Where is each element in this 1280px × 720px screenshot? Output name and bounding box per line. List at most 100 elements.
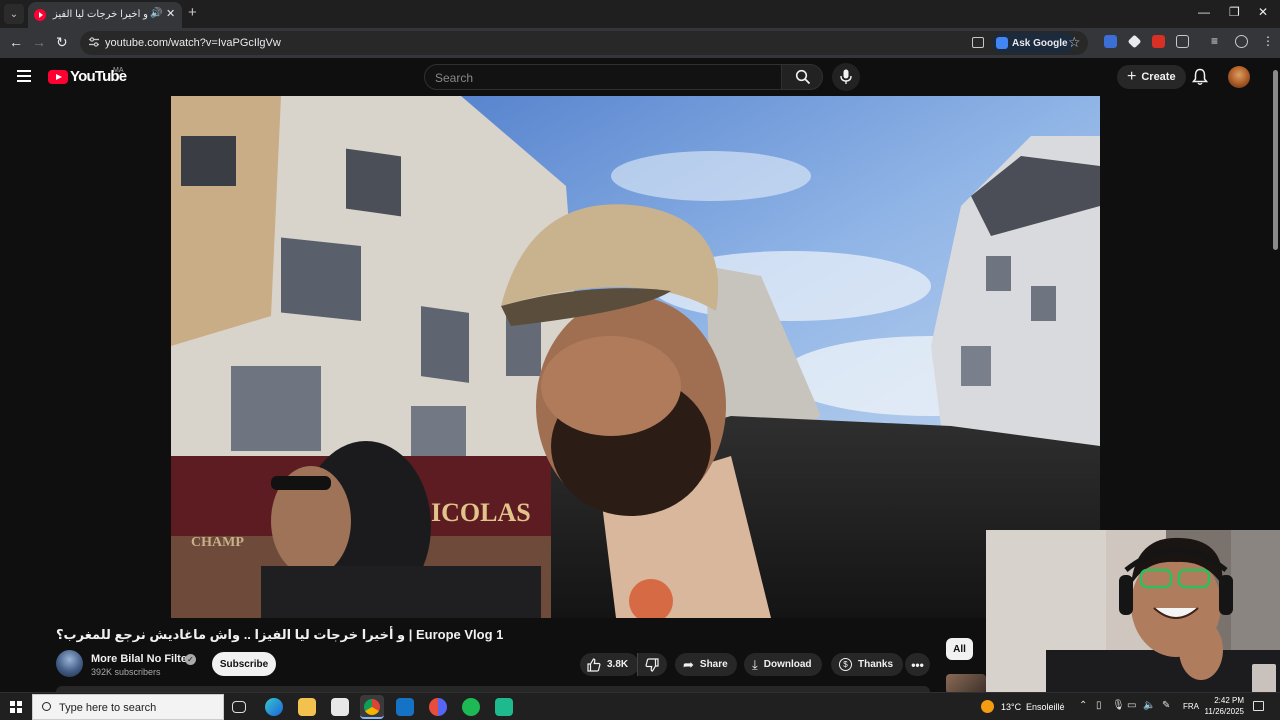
clock-time[interactable]: 2:42 PM: [1204, 696, 1244, 705]
profile-icon[interactable]: [1235, 35, 1248, 48]
site-info-icon[interactable]: [88, 36, 100, 48]
outlook-icon[interactable]: [396, 698, 414, 716]
microsoft-store-icon[interactable]: [331, 698, 349, 716]
like-button[interactable]: 3.8K: [580, 653, 639, 676]
taskbar-search-box[interactable]: Type here to search: [32, 694, 224, 720]
windows-start-icon[interactable]: [10, 701, 22, 713]
restore-icon[interactable]: ❐: [1229, 5, 1240, 19]
account-avatar[interactable]: [1228, 66, 1250, 88]
extension-diamond-icon[interactable]: [1127, 34, 1142, 49]
speaker-icon[interactable]: 🔊: [150, 8, 162, 19]
scrollbar-thumb[interactable]: [1273, 70, 1278, 250]
region-code: MA: [113, 67, 124, 74]
whatsapp-desktop-icon[interactable]: [495, 698, 513, 716]
subscriber-count: 392K subscribers: [91, 667, 161, 677]
webcam-frame: [986, 530, 1280, 696]
tray-mic-icon[interactable]: 🎙: [1112, 700, 1125, 711]
windows-taskbar: Type here to search 13°C Ensoleillé ⌃ ▯ …: [0, 692, 1280, 720]
network-icon[interactable]: ▭: [1127, 700, 1136, 711]
file-explorer-icon[interactable]: [298, 698, 316, 716]
create-button[interactable]: + Create: [1117, 65, 1186, 89]
video-frame: ICOLAS CHAMP: [171, 96, 1100, 618]
more-dots-icon: •••: [911, 657, 924, 672]
messenger-app-icon[interactable]: [429, 698, 447, 716]
taskbar-search-placeholder: Type here to search: [59, 702, 157, 714]
pen-icon[interactable]: ✎: [1162, 700, 1170, 711]
related-video-thumbnail[interactable]: [946, 674, 986, 694]
tab-search-button[interactable]: ⌄: [4, 4, 24, 24]
hamburger-menu-icon[interactable]: [17, 70, 31, 85]
verified-badge-icon: ✓: [185, 654, 196, 665]
clock-date[interactable]: 11/26/2025: [1199, 707, 1244, 716]
google-lens-icon: [996, 37, 1008, 49]
dislike-button[interactable]: [637, 653, 667, 676]
search-box[interactable]: [424, 64, 782, 90]
forward-arrow-icon[interactable]: →: [32, 34, 46, 50]
notifications-bell-icon[interactable]: [1192, 68, 1208, 86]
thanks-label: Thanks: [858, 659, 894, 670]
cast-icon[interactable]: [972, 37, 984, 48]
storefront-sign: ICOLAS: [431, 498, 531, 527]
video-title: و أخيرا خرجات ليا الفيزا .. واش ماغاديش …: [56, 627, 504, 642]
window-close-icon[interactable]: ✕: [1258, 5, 1268, 19]
tab-title: و أخيرا خرجات ليا الفيزا .. واش ماغاديش …: [52, 9, 148, 20]
search-icon: [795, 69, 811, 85]
like-count: 3.8K: [607, 659, 629, 670]
create-label: Create: [1141, 71, 1176, 83]
task-view-icon[interactable]: [232, 701, 246, 713]
browser-tab-active[interactable]: و أخيرا خرجات ليا الفيزا .. واش ماغاديش …: [28, 2, 182, 28]
thanks-dollar-icon: $: [839, 658, 852, 671]
minimize-icon[interactable]: —: [1198, 5, 1210, 19]
download-label: Download: [763, 659, 812, 670]
chip-all[interactable]: All: [946, 638, 973, 660]
chrome-taskbar-button[interactable]: [360, 695, 384, 719]
search-icon: [42, 702, 51, 711]
youtube-header: YouTube MA + Create: [0, 58, 1280, 96]
new-tab-icon[interactable]: +: [188, 4, 197, 21]
weather-sun-icon[interactable]: [981, 700, 994, 713]
ask-google-label: Ask Google: [1012, 37, 1068, 49]
notification-center-icon[interactable]: [1253, 701, 1264, 711]
edge-browser-icon[interactable]: [265, 698, 283, 716]
browser-toolbar: ← → ↻ youtube.com/watch?v=IvaPGcIlgVw As…: [0, 28, 1280, 58]
share-button[interactable]: ➦ Share: [675, 653, 737, 676]
ask-google-button[interactable]: Ask Google: [992, 33, 1074, 53]
weather-temperature[interactable]: 13°C: [1001, 702, 1021, 712]
plus-icon: +: [1127, 68, 1137, 85]
tray-overflow-chevron-icon[interactable]: ⌃: [1079, 700, 1087, 711]
url-text: youtube.com/watch?v=IvaPGcIlgVw: [105, 37, 281, 49]
back-arrow-icon[interactable]: ←: [9, 34, 23, 50]
close-tab-icon[interactable]: ✕: [166, 7, 175, 20]
browser-menu-icon[interactable]: ⋮: [1262, 34, 1274, 48]
youtube-play-logo-icon: [48, 69, 68, 84]
download-icon: ⤓: [752, 656, 758, 672]
download-button[interactable]: ⤓ Download: [744, 653, 822, 676]
channel-name[interactable]: More Bilal No Filter: [91, 653, 191, 665]
thumbs-up-icon: [587, 657, 601, 672]
bookmark-star-icon[interactable]: ☆: [1068, 34, 1081, 51]
search-button[interactable]: [781, 64, 823, 90]
voice-search-button[interactable]: [832, 63, 860, 91]
search-input[interactable]: [435, 70, 765, 86]
volume-icon[interactable]: 🔈: [1143, 700, 1155, 711]
share-arrow-icon: ➦: [683, 656, 694, 672]
address-bar[interactable]: youtube.com/watch?v=IvaPGcIlgVw Ask Goog…: [80, 31, 1088, 55]
weather-description[interactable]: Ensoleillé: [1026, 702, 1065, 712]
channel-avatar[interactable]: [56, 650, 83, 677]
tray-device-icon[interactable]: ▯: [1096, 700, 1102, 711]
extension-red-icon[interactable]: [1152, 35, 1165, 48]
reading-list-icon[interactable]: ≡: [1211, 34, 1218, 48]
keyboard-language[interactable]: FRA: [1183, 702, 1199, 711]
thanks-button[interactable]: $ Thanks: [831, 653, 903, 676]
youtube-favicon-icon: [34, 9, 46, 21]
more-actions-button[interactable]: •••: [905, 653, 930, 676]
video-player[interactable]: ICOLAS CHAMP: [171, 96, 1100, 618]
subscribe-button[interactable]: Subscribe: [212, 652, 276, 676]
spotify-icon[interactable]: [462, 698, 480, 716]
thumbs-down-icon: [645, 657, 659, 672]
reload-icon[interactable]: ↻: [56, 34, 68, 51]
storefront-sign-left: CHAMP: [191, 535, 244, 550]
extensions-puzzle-icon[interactable]: [1176, 35, 1189, 48]
translate-extension-icon[interactable]: [1104, 35, 1117, 48]
chrome-icon: [364, 699, 380, 715]
